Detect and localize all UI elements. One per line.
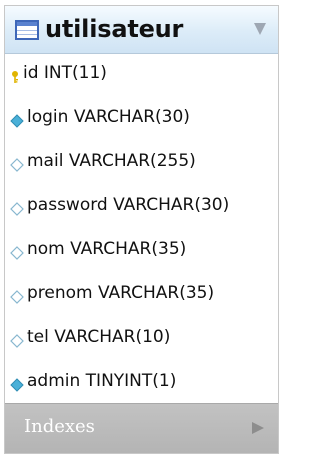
field-label: nom VARCHAR(35) [27,239,187,259]
field-row-nom: nom VARCHAR(35) [5,237,278,281]
indexed-field-icon [10,111,24,128]
table-header[interactable]: utilisateur [5,6,278,54]
field-label: admin TINYINT(1) [27,371,177,391]
primary-key-icon [10,67,24,83]
indexes-section[interactable]: Indexes [5,403,278,453]
field-row-password: password VARCHAR(30) [5,193,278,237]
table-title: utilisateur [45,15,184,43]
field-icon [10,155,24,172]
field-list: id INT(11) login VARCHAR(30) mail VARCHA… [5,61,278,413]
indexes-label: Indexes [24,416,95,437]
field-icon [10,331,24,348]
collapse-arrow-icon[interactable] [254,23,266,35]
field-label: password VARCHAR(30) [27,195,230,215]
field-label: prenom VARCHAR(35) [27,283,215,303]
field-row-tel: tel VARCHAR(10) [5,325,278,369]
field-label: mail VARCHAR(255) [27,151,196,171]
field-icon [10,287,24,304]
indexed-field-icon [10,375,24,392]
table-icon [15,20,39,40]
field-row-mail: mail VARCHAR(255) [5,149,278,193]
field-row-prenom: prenom VARCHAR(35) [5,281,278,325]
field-icon [10,199,24,216]
expand-arrow-icon[interactable] [252,422,264,434]
field-label: tel VARCHAR(10) [27,327,171,347]
field-row-id: id INT(11) [5,61,278,105]
table-card: utilisateur id INT(11) login VARCHAR(30) [4,5,279,454]
field-row-login: login VARCHAR(30) [5,105,278,149]
field-label: id INT(11) [23,63,107,83]
field-label: login VARCHAR(30) [27,107,190,127]
field-icon [10,243,24,260]
